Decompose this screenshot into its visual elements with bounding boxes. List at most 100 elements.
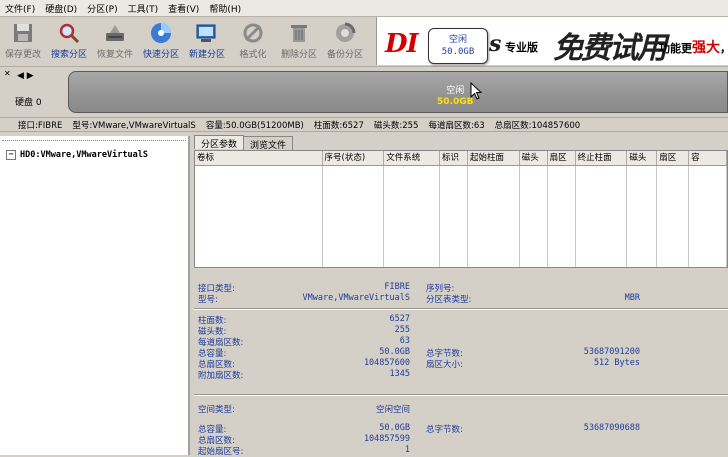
detail-free-capacity-value: 50.0GB xyxy=(379,423,410,433)
backup-partition-button[interactable]: 备份分区 xyxy=(322,17,368,65)
search-icon xyxy=(59,23,80,44)
detail-extra-sectors-value: 1345 xyxy=(389,369,410,379)
banner-brand: DI xyxy=(385,29,419,59)
new-partition-button[interactable]: 新建分区 xyxy=(184,17,230,65)
new-partition-icon xyxy=(196,24,216,42)
info-cylinders: 柱面数:6527 xyxy=(313,120,364,131)
format-button[interactable]: 格式化 xyxy=(230,17,276,65)
info-heads: 磁头数:255 xyxy=(373,120,419,131)
disk-label: 硬盘 0 xyxy=(15,98,42,108)
tab-bar: 分区参数 浏览文件 xyxy=(194,135,294,151)
col-filesystem[interactable]: 文件系统 xyxy=(384,151,441,165)
col-end-cylinder[interactable]: 终止柱面 xyxy=(576,151,628,165)
col-end-head[interactable]: 磁头 xyxy=(627,151,658,165)
menu-file[interactable]: 文件(F) xyxy=(0,2,40,15)
detail-interface-type-value: FIBRE xyxy=(384,282,410,292)
delete-partition-label: 删除分区 xyxy=(280,50,317,60)
tooltip-size: 50.0GB xyxy=(441,47,475,57)
toolbar: 保存更改 搜索分区 恢复文件 快速分区 新建分区 格式化 删除分区 备份分区 xyxy=(0,17,376,65)
info-total-sectors: 总扇区数:104857600 xyxy=(494,120,581,131)
banner-edition: 专业版 xyxy=(505,41,538,54)
quick-partition-label: 快速分区 xyxy=(142,50,179,60)
save-changes-label: 保存更改 xyxy=(4,50,41,60)
detail-extra-sectors-label: 附加扇区数: xyxy=(198,371,244,381)
free-space-text: 空闲 50.0GB xyxy=(437,86,473,108)
detail-table-type-label: 分区表类型: xyxy=(426,295,472,305)
menu-partition[interactable]: 分区(P) xyxy=(82,2,122,15)
save-changes-button[interactable]: 保存更改 xyxy=(0,17,46,65)
free-space-size: 50.0GB xyxy=(437,97,474,107)
free-space-label: 空闲 xyxy=(446,86,465,96)
info-interface: 接口:FIBRE xyxy=(18,120,63,131)
disk-tree-panel: − HD0:VMware,VMwareVirtualS xyxy=(0,136,190,455)
banner-slogan: 功能更强大，既 xyxy=(659,37,728,57)
banner-free-trial: 免费试用 xyxy=(553,31,667,65)
col-start-cylinder[interactable]: 起始柱面 xyxy=(468,151,520,165)
tree-root-line xyxy=(2,140,186,141)
recover-files-button[interactable]: 恢复文件 xyxy=(92,17,138,65)
detail-capacity-value: 50.0GB xyxy=(379,347,410,357)
menu-tools[interactable]: 工具(T) xyxy=(123,2,164,15)
detail-space-type-label: 空间类型: xyxy=(198,405,235,415)
detail-heads-value: 255 xyxy=(394,325,410,335)
detail-sector-size-value: 512 Bytes xyxy=(593,358,640,368)
detail-free-bytes-value: 53687090688 xyxy=(583,423,640,433)
detail-start-sector-value: 1 xyxy=(404,445,410,455)
menu-view[interactable]: 查看(V) xyxy=(163,2,204,15)
prev-disk-icon[interactable]: ◀ xyxy=(17,71,24,81)
detail-spt-value: 63 xyxy=(399,336,410,346)
backup-icon xyxy=(336,22,356,42)
tab-browse-files[interactable]: 浏览文件 xyxy=(243,136,294,151)
col-start-sector[interactable]: 扇区 xyxy=(548,151,576,165)
disk-info-line: 接口:FIBRE 型号:VMware,VMwareVirtualS 容量:50.… xyxy=(0,117,728,132)
format-icon xyxy=(243,23,263,43)
info-capacity: 容量:50.0GB(51200MB) xyxy=(205,120,304,131)
col-end-sector[interactable]: 扇区 xyxy=(657,151,690,165)
detail-total-sectors-value: 104857600 xyxy=(363,358,410,368)
detail-sector-size-label: 扇区大小: xyxy=(426,360,463,370)
expand-collapse-icon[interactable]: − xyxy=(6,150,16,160)
tooltip-title: 空闲 xyxy=(448,35,467,45)
detail-space-type-value: 空闲空间 xyxy=(375,405,410,415)
delete-partition-button[interactable]: 删除分区 xyxy=(276,17,322,65)
free-space-tooltip: 空闲 50.0GB xyxy=(428,28,488,64)
col-capacity[interactable]: 容 xyxy=(689,151,727,165)
mouse-cursor-icon xyxy=(470,82,482,100)
partition-table: 卷标 序号(状态) 文件系统 标识 起始柱面 磁头 扇区 终止柱面 磁头 扇区 … xyxy=(194,150,728,268)
details-divider-2 xyxy=(194,394,728,396)
backup-partition-label: 备份分区 xyxy=(326,50,363,60)
col-volume-label[interactable]: 卷标 xyxy=(195,151,323,165)
free-space-bar[interactable]: 空闲 50.0GB xyxy=(68,71,728,113)
partition-table-header: 卷标 序号(状态) 文件系统 标识 起始柱面 磁头 扇区 终止柱面 磁头 扇区 … xyxy=(195,151,727,166)
menu-bar: 文件(F) 硬盘(D) 分区(P) 工具(T) 查看(V) 帮助(H) xyxy=(0,0,728,17)
detail-model-label: 型号: xyxy=(198,295,218,305)
menu-disk[interactable]: 硬盘(D) xyxy=(40,2,82,15)
detail-total-bytes-value: 53687091200 xyxy=(583,347,640,357)
disk-details-panel: 接口类型: FIBRE 型号: VMware,VMwareVirtualS 序列… xyxy=(194,270,728,457)
next-disk-icon[interactable]: ▶ xyxy=(27,71,34,81)
close-icon[interactable]: ✕ xyxy=(4,69,11,78)
menu-help[interactable]: 帮助(H) xyxy=(204,2,246,15)
disk-nav-arrows: ◀ ▶ xyxy=(17,71,34,81)
detail-table-type-value: MBR xyxy=(624,293,640,303)
detail-free-sectors-value: 104857599 xyxy=(363,434,410,444)
detail-start-sector-label: 起始扇区号: xyxy=(198,447,244,457)
tree-node-hd0[interactable]: − HD0:VMware,VMwareVirtualS xyxy=(6,150,148,160)
recover-file-icon xyxy=(106,25,124,41)
tab-partition-params[interactable]: 分区参数 xyxy=(194,135,245,150)
search-partition-label: 搜索分区 xyxy=(50,50,87,60)
col-id[interactable]: 标识 xyxy=(440,151,468,165)
search-partition-button[interactable]: 搜索分区 xyxy=(46,17,92,65)
delete-icon xyxy=(291,25,307,42)
recover-files-label: 恢复文件 xyxy=(96,50,133,60)
banner-slogan-pre: 功能更 xyxy=(659,42,692,55)
new-partition-label: 新建分区 xyxy=(188,50,225,60)
info-model: 型号:VMware,VMwareVirtualS xyxy=(72,120,196,131)
detail-model-value: VMware,VMwareVirtualS xyxy=(302,293,410,303)
col-index-status[interactable]: 序号(状态) xyxy=(323,151,385,165)
disk-map-row: ✕ ◀ ▶ 硬盘 0 空闲 50.0GB xyxy=(0,66,728,117)
col-start-head[interactable]: 磁头 xyxy=(520,151,548,165)
partition-table-body xyxy=(195,166,727,267)
quick-partition-button[interactable]: 快速分区 xyxy=(138,17,184,65)
detail-free-bytes-label: 总字节数: xyxy=(426,425,463,435)
